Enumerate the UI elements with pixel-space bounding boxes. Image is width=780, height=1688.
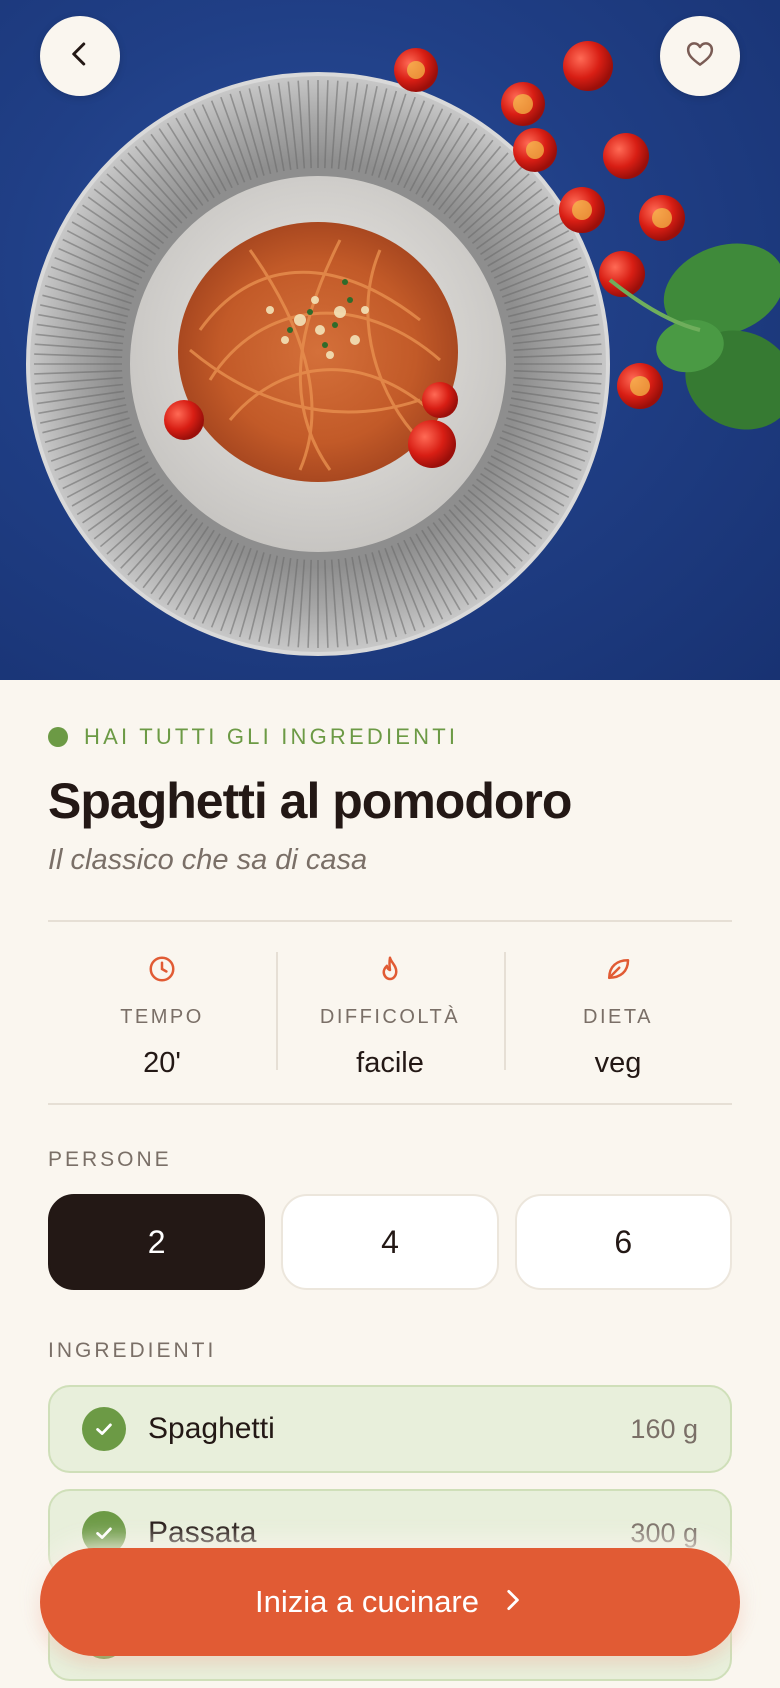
- recipe-hero-image: [0, 0, 780, 680]
- leaf-icon: [603, 954, 633, 984]
- meta-value: facile: [356, 1047, 424, 1079]
- chevron-left-icon: [65, 39, 95, 74]
- status-text: HAI TUTTI GLI INGREDIENTI: [84, 724, 459, 749]
- recipe-title: Spaghetti al pomodoro: [48, 773, 572, 829]
- back-button[interactable]: [40, 16, 120, 96]
- divider: [48, 920, 732, 922]
- status-dot: [48, 727, 68, 747]
- ingredients-status: HAI TUTTI GLI INGREDIENTI: [48, 724, 458, 750]
- servings-option-2[interactable]: 2: [48, 1194, 266, 1290]
- chevron-right-icon: [499, 1587, 525, 1618]
- recipe-meta: TEMPO 20' DIFFICOLTÀ facile DIETA veg: [48, 952, 732, 1079]
- meta-value: veg: [594, 1047, 642, 1079]
- start-cooking-label: Inizia a cucinare: [254, 1584, 479, 1619]
- meta-label: TEMPO: [120, 1006, 204, 1028]
- servings-selector: 2 4 6: [48, 1194, 732, 1290]
- meta-value: 20': [143, 1047, 181, 1079]
- ingredient-quantity: 160 g: [630, 1413, 698, 1444]
- favorite-button[interactable]: [660, 16, 740, 96]
- meta-difficulty: DIFFICOLTÀ facile: [276, 952, 504, 1079]
- servings-option-4[interactable]: 4: [281, 1194, 499, 1290]
- meta-label: DIFFICOLTÀ: [319, 1006, 461, 1028]
- flame-icon: [375, 954, 405, 984]
- meta-diet: DIETA veg: [504, 952, 732, 1079]
- recipe-subtitle: Il classico che sa di casa: [48, 844, 368, 876]
- ingredient-name: Passata: [148, 1516, 257, 1549]
- ingredient-name: Spaghetti: [148, 1412, 275, 1445]
- ingredients-label: INGREDIENTI: [48, 1339, 217, 1362]
- start-cooking-button[interactable]: Inizia a cucinare: [40, 1548, 740, 1656]
- check-icon: [82, 1407, 126, 1451]
- servings-label: PERSONE: [48, 1148, 172, 1171]
- heart-outline-icon: [685, 39, 715, 74]
- ingredient-item[interactable]: Spaghetti 160 g: [48, 1385, 732, 1473]
- clock-icon: [147, 954, 177, 984]
- servings-option-6[interactable]: 6: [514, 1194, 732, 1290]
- spaghetti-plate-illustration: [26, 41, 780, 656]
- meta-time: TEMPO 20': [48, 952, 276, 1079]
- ingredient-quantity: 300 g: [630, 1517, 698, 1548]
- divider: [48, 1103, 732, 1105]
- meta-label: DIETA: [583, 1006, 653, 1028]
